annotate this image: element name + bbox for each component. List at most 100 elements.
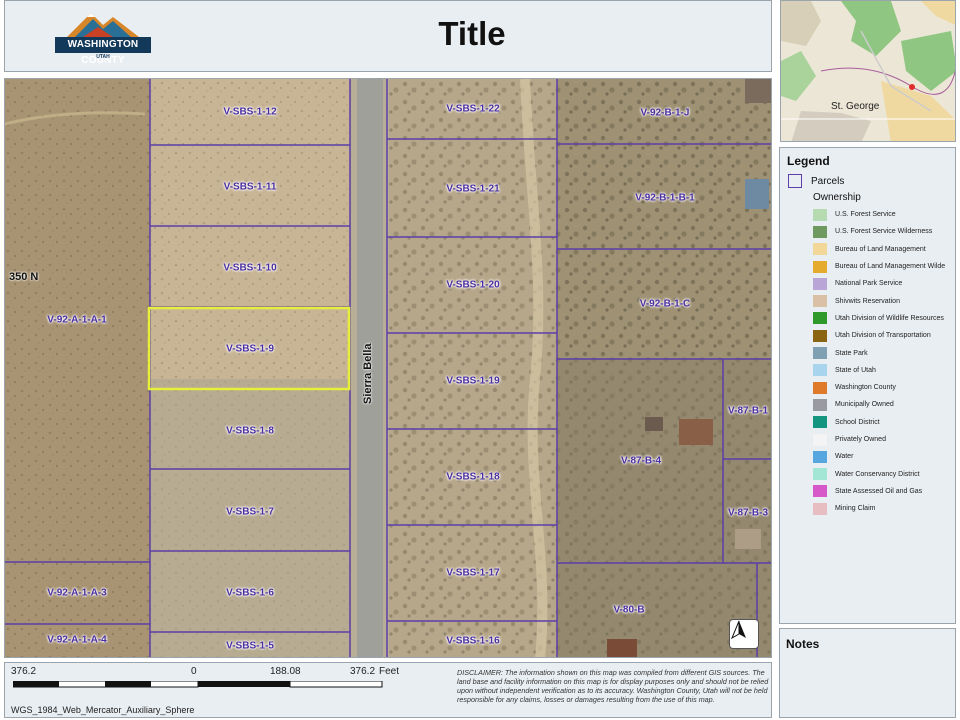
parcel-outline-swatch — [788, 174, 802, 188]
north-arrow — [729, 619, 759, 649]
notes-title: Notes — [786, 637, 820, 651]
parcel-label[interactable]: V-SBS-1-5 — [226, 641, 274, 652]
legend-item: Bureau of Land Management Wilde — [813, 258, 949, 275]
parcel-label[interactable]: V-SBS-1-21 — [446, 184, 499, 195]
legend-item: Shivwits Reservation — [813, 292, 949, 309]
road-label-350n: 350 N — [9, 271, 39, 283]
parcel-label[interactable]: V-SBS-1-7 — [226, 507, 274, 518]
parcel-label[interactable]: V-92-B-1-C — [640, 299, 691, 310]
legend-item: National Park Service — [813, 275, 949, 292]
legend-item-label: U.S. Forest Service — [835, 211, 896, 219]
parcel-label[interactable]: V-80-B — [613, 605, 644, 616]
parcel-label[interactable]: V-SBS-1-20 — [446, 280, 499, 291]
legend-swatch — [813, 243, 827, 256]
legend-swatch — [813, 416, 827, 429]
map-layout: WASHINGTON COUNTY UTAH Title St. George — [0, 0, 960, 720]
parcel-label[interactable]: V-92-A-1-A-3 — [47, 588, 106, 599]
parcel-label[interactable]: V-92-B-1-B-1 — [635, 193, 694, 204]
parcel-label[interactable]: V-SBS-1-11 — [224, 182, 277, 193]
north-arrow-icon — [730, 620, 746, 640]
legend-item-label: Mining Claim — [835, 505, 876, 513]
legend-item: State of Utah — [813, 362, 949, 379]
legend-parcels-label: Parcels — [811, 175, 845, 187]
legend-item-label: National Park Service — [835, 280, 903, 288]
legend-swatch — [813, 381, 827, 394]
legend-item-label: Water — [835, 453, 854, 461]
legend-item-label: State Assessed Oil and Gas — [835, 487, 923, 495]
parcel-label[interactable]: V-SBS-1-18 — [446, 472, 499, 483]
legend-item-label: Water Conservancy District — [835, 470, 920, 478]
parcel-label[interactable]: V-SBS-1-19 — [446, 376, 499, 387]
scale-bar — [13, 681, 383, 688]
overview-map[interactable]: St. George — [780, 0, 956, 142]
legend-swatch — [813, 450, 827, 463]
parcel-label[interactable]: V-SBS-1-12 — [223, 107, 276, 118]
parcel-label[interactable]: V-SBS-1-16 — [446, 636, 499, 647]
legend-panel: Legend Parcels Ownership U.S. Forest Ser… — [779, 147, 956, 624]
legend-parcels-row: Parcels — [788, 174, 949, 188]
legend-item: Water — [813, 448, 949, 465]
overview-map-graphic — [781, 1, 955, 141]
legend-item: Utah Division of Wildlife Resources — [813, 310, 949, 327]
legend-item-label: State Park — [835, 349, 868, 357]
parcel-label-selected[interactable]: V-SBS-1-9 — [226, 344, 274, 355]
legend-item: Mining Claim — [813, 500, 949, 517]
legend-item-label: Privately Owned — [835, 436, 886, 443]
legend-ownership-label: Ownership — [813, 192, 861, 203]
legend-items: U.S. Forest Service U.S. Forest Service W… — [786, 206, 949, 517]
parcel-label[interactable]: V-92-B-1-J — [641, 108, 690, 119]
parcel-label[interactable]: V-SBS-1-22 — [446, 104, 499, 115]
parcel-label[interactable]: V-87-B-4 — [621, 456, 661, 467]
scale-unit: Feet — [379, 666, 400, 677]
disclaimer: DISCLAIMER: The information shown on thi… — [457, 668, 769, 704]
legend-item: State Assessed Oil and Gas — [813, 483, 949, 500]
parcel-label[interactable]: V-92-A-1-A-1 — [47, 315, 106, 326]
legend-item-label: Utah Division of Transportation — [835, 332, 931, 340]
parcel-label[interactable]: V-92-A-1-A-4 — [47, 635, 106, 646]
parcel-label[interactable]: V-SBS-1-6 — [226, 588, 274, 599]
parcel-label[interactable]: V-SBS-1-8 — [226, 426, 274, 437]
scale-left: 376.2 — [11, 666, 37, 677]
legend-item: Washington County — [813, 379, 949, 396]
legend-item-label: Utah Division of Wildlife Resources — [835, 314, 944, 322]
legend-item: U.S. Forest Service — [813, 206, 949, 223]
legend-swatch — [813, 312, 827, 325]
scale-zero: 0 — [191, 666, 197, 677]
legend-title: Legend — [787, 154, 830, 168]
legend-swatch — [813, 502, 827, 515]
parcel-label[interactable]: V-87-B-3 — [728, 508, 768, 519]
parcel-label[interactable]: V-87-B-1 — [728, 406, 768, 417]
legend-swatch — [813, 485, 827, 498]
legend-item-label: Bureau of Land Management — [835, 245, 926, 253]
legend-swatch — [813, 329, 827, 342]
legend-item: State Park — [813, 344, 949, 361]
legend-swatch — [813, 225, 827, 238]
legend-item-label: Washington County — [835, 384, 896, 392]
legend-item: Water Conservancy District — [813, 465, 949, 482]
legend-item-label: U.S. Forest Service Wilderness — [835, 228, 933, 236]
legend-swatch — [813, 277, 827, 290]
parcel-label[interactable]: V-SBS-1-10 — [223, 263, 276, 274]
legend-swatch — [813, 208, 827, 221]
legend-swatch — [813, 364, 827, 377]
legend-item-label: Bureau of Land Management Wilde — [835, 263, 946, 271]
overview-place-label: St. George — [831, 101, 880, 112]
legend-swatch — [813, 468, 827, 481]
header: WASHINGTON COUNTY UTAH Title — [4, 0, 772, 72]
legend-swatch — [813, 260, 827, 273]
legend-item: School District — [813, 414, 949, 431]
legend-swatch — [813, 295, 827, 308]
scale-mid: 188.08 — [270, 666, 301, 677]
logo-sub: UTAH — [96, 54, 110, 60]
legend-item: Utah Division of Transportation — [813, 327, 949, 344]
legend-item-label: Municipally Owned — [835, 401, 894, 409]
legend-item: Municipally Owned — [813, 396, 949, 413]
notes-panel[interactable]: Notes — [779, 628, 956, 718]
legend-swatch — [813, 398, 827, 411]
parcel-label[interactable]: V-SBS-1-17 — [446, 568, 499, 579]
legend-swatch — [813, 347, 827, 360]
legend-item: U.S. Forest Service Wilderness — [813, 223, 949, 240]
main-map[interactable]: V-SBS-1-12 V-SBS-1-11 V-SBS-1-10 V-SBS-1… — [4, 78, 772, 658]
legend-item-label: State of Utah — [835, 366, 876, 374]
projection-label: WGS_1984_Web_Mercator_Auxiliary_Sphere — [11, 705, 195, 715]
